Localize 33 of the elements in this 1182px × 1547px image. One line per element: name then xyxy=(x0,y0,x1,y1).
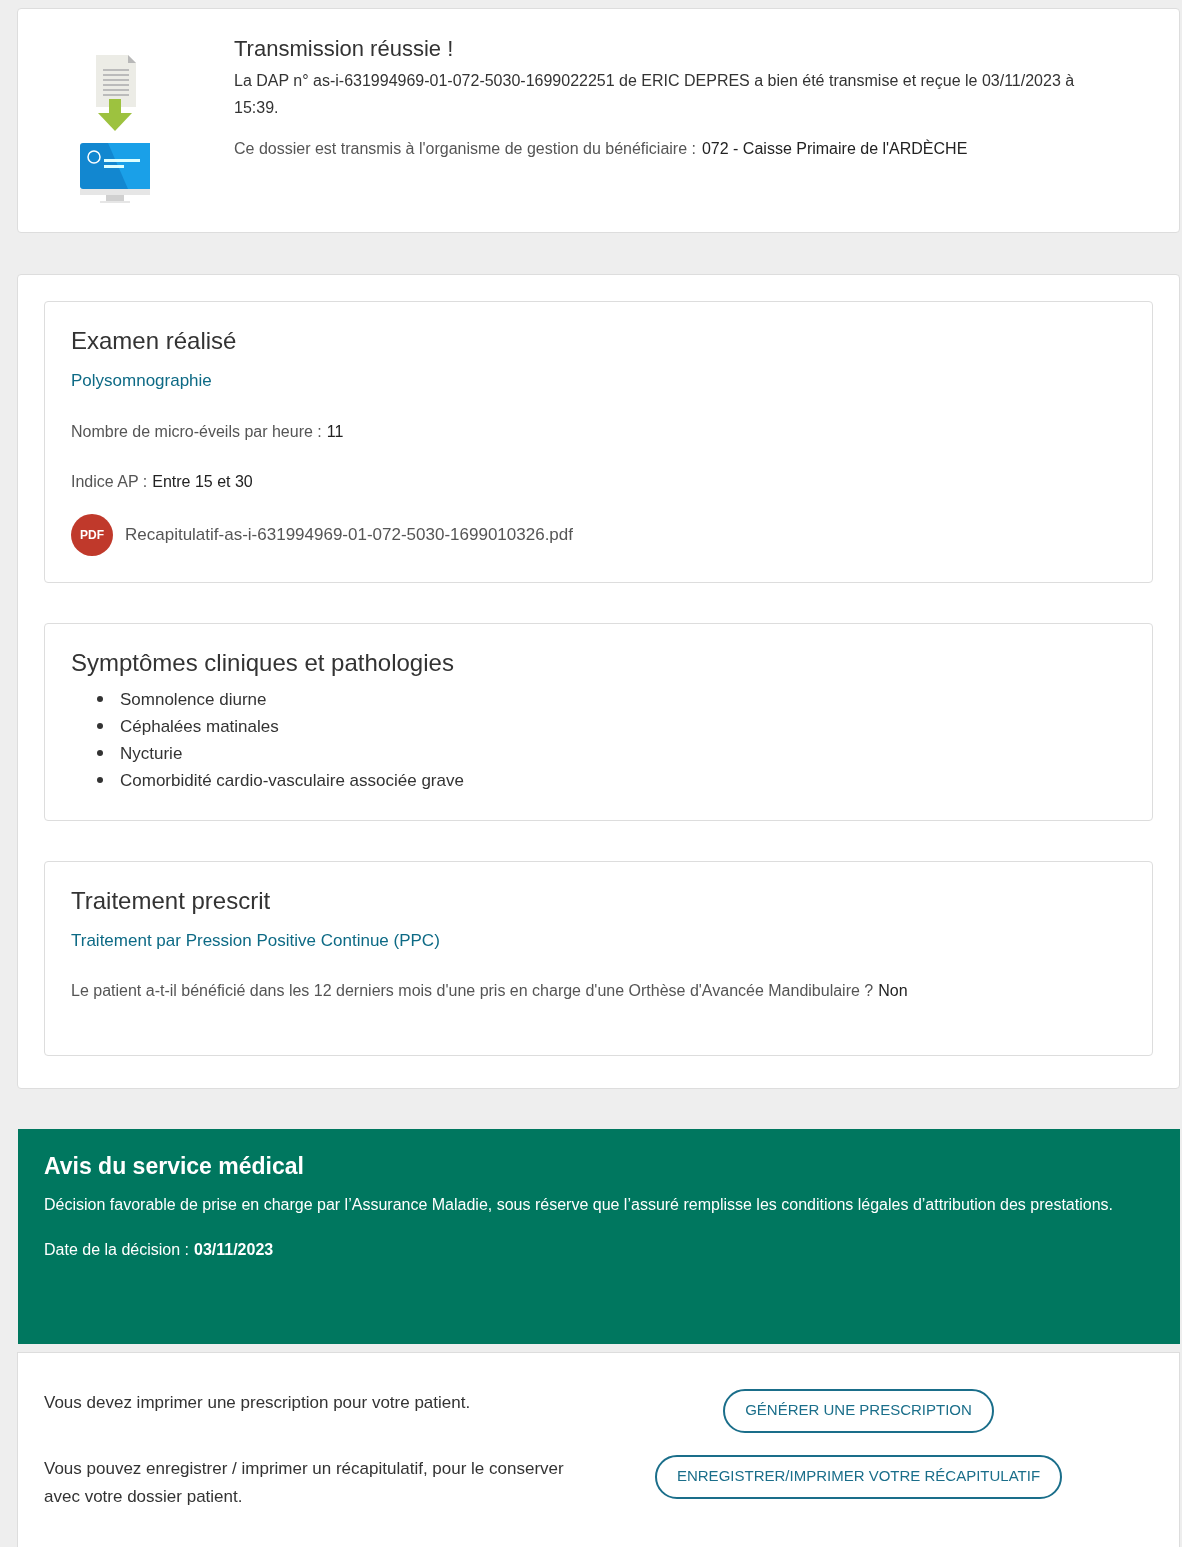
action-text: Vous devez imprimer une prescription pour votre patient. xyxy=(44,1391,472,1414)
bullet-icon xyxy=(97,723,103,729)
field-label: Nombre de micro-éveils par heure : xyxy=(71,421,322,442)
action-button[interactable]: GÉNÉRER UNE PRESCRIPTION xyxy=(723,1388,994,1433)
symptom-item: Somnolence diurne xyxy=(120,688,267,711)
field-value: 11 xyxy=(326,421,344,442)
bullet-icon xyxy=(97,777,103,783)
transmission-message: La DAP n° as-i-631994969-01-072-5030-1699022251 de ERIC DEPRES a bien été transmise et reçue le 03/11/2023 à 15:39. xyxy=(234,71,1076,118)
section-title: Traitement prescrit xyxy=(71,885,272,916)
decision-date-label: Date de la décision : xyxy=(44,1239,189,1260)
symptom-item: Comorbidité cardio-vasculaire associée grave xyxy=(120,769,464,792)
field-value: Entre 15 et 30 xyxy=(152,471,253,492)
field-label: Indice AP : xyxy=(71,471,148,492)
field-value: Non xyxy=(878,981,908,1001)
decision-date-value: 03/11/2023 xyxy=(194,1239,274,1260)
section-subtitle: Traitement par Pression Positive Continue (PPC) xyxy=(71,929,441,952)
section-subtitle: Polysomnographie xyxy=(71,370,213,392)
action-button[interactable]: ENREGISTRER/IMPRIMER VOTRE RÉCAPITULATIF xyxy=(654,1454,1063,1499)
organism-value: 072 - Caisse Primaire de l'ARDÈCHE xyxy=(701,138,968,159)
symptom-item: Nycturie xyxy=(120,742,183,765)
pdf-icon: PDF xyxy=(71,513,113,556)
bullet-icon xyxy=(97,750,103,756)
field-label: Le patient a-t-il bénéficié dans les 12 derniers mois d'une pris en charge d'une Orthèse d'Avancée Mandibulaire ? xyxy=(71,981,874,1001)
opinion-text: Décision favorable de prise en charge par l’Assurance Maladie, sous réserve que l’assuré remplisse les conditions légales d’attribution des prestations. xyxy=(44,1194,1114,1215)
opinion-title: Avis du service médical xyxy=(44,1151,305,1181)
action-text: Vous pouvez enregistrer / imprimer un récapitulatif, pour le conserver avec votre dossier patient. xyxy=(44,1457,565,1508)
symptom-item: Céphalées matinales xyxy=(120,715,279,738)
pdf-file-link[interactable]: Recapitulatif-as-i-631994969-01-072-5030-1699010326.pdf xyxy=(125,521,573,548)
success-title: Transmission réussie ! xyxy=(234,35,455,63)
organism-label: Ce dossier est transmis à l'organisme de gestion du bénéficiaire : xyxy=(234,139,696,159)
section-title: Examen réalisé xyxy=(71,326,238,356)
bullet-icon xyxy=(97,696,103,702)
section-title: Symptômes cliniques et pathologies xyxy=(71,647,455,678)
